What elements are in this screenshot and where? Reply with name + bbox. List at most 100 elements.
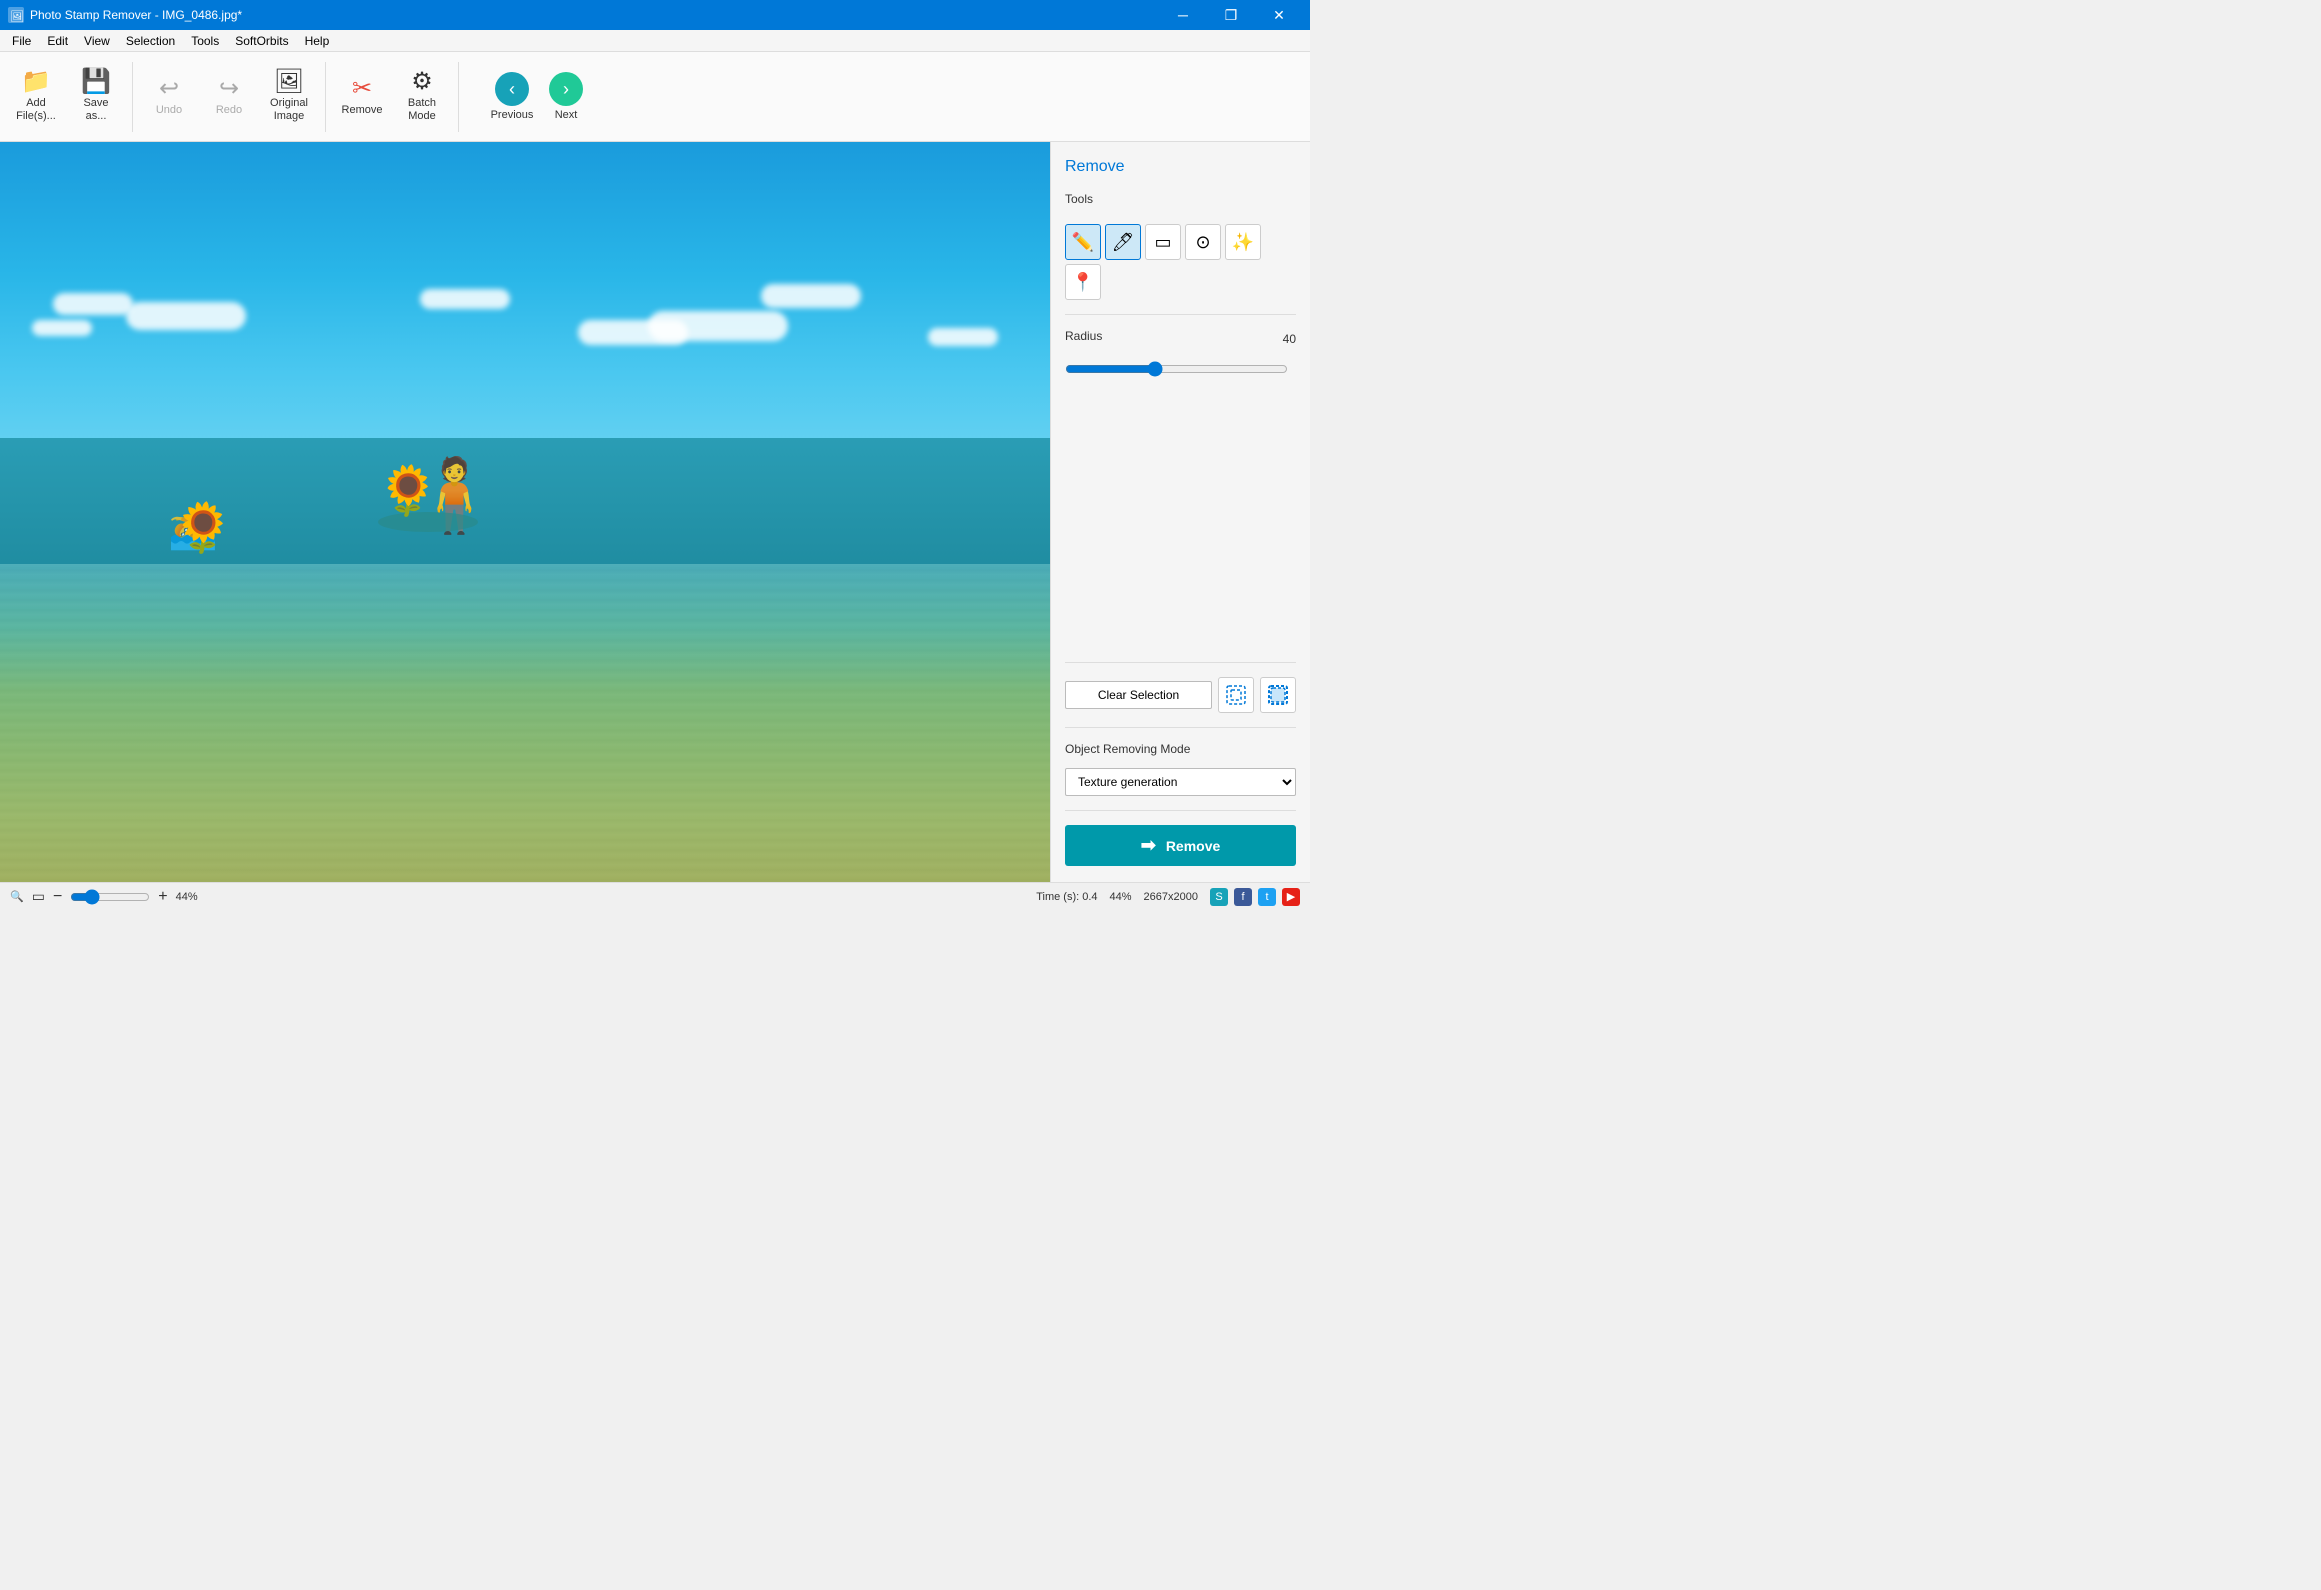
undo-label: Undo	[156, 104, 182, 116]
toolbar-separator-1	[132, 62, 133, 132]
sea-lower-layer	[0, 564, 1050, 882]
zoom-minus-icon[interactable]: −	[53, 888, 62, 906]
panel-divider-2	[1065, 662, 1296, 663]
social-icons: S f t ▶	[1210, 888, 1300, 906]
original-image-label: OriginalImage	[270, 97, 308, 123]
radius-label: Radius	[1065, 329, 1102, 343]
menu-edit[interactable]: Edit	[39, 32, 76, 50]
selection-row: Clear Selection	[1065, 677, 1296, 713]
cloud-6	[928, 328, 998, 346]
mode-select[interactable]: Texture generation Smart fill Inpaint	[1065, 768, 1296, 796]
tool-lasso-button[interactable]: ⊙	[1185, 224, 1221, 260]
remove-button-label: Remove	[1166, 838, 1220, 854]
select-mode-icon[interactable]: ▭	[32, 888, 45, 905]
photo-container: 🧍 🏊 🌻 🌻	[0, 142, 1050, 882]
zoom-level: 44%	[176, 891, 198, 903]
remove-main-button[interactable]: ➡ Remove	[1065, 825, 1296, 866]
time-label: Time (s): 0.4	[1036, 891, 1097, 903]
cloud-4	[761, 284, 861, 308]
twitter-icon[interactable]: t	[1258, 888, 1276, 906]
original-image-button[interactable]: 🖼 OriginalImage	[261, 58, 317, 136]
save-as-button[interactable]: 💾 Saveas...	[68, 58, 124, 136]
tool-rectangle-button[interactable]: ▭	[1145, 224, 1181, 260]
tool-stamp-button[interactable]: 📍	[1065, 264, 1101, 300]
toolbar: 📁 AddFile(s)... 💾 Saveas... ↩ Undo ↪ Red…	[0, 52, 1310, 142]
toolbar-separator-2	[325, 62, 326, 132]
wave-texture	[0, 564, 1050, 882]
tools-label: Tools	[1065, 192, 1296, 206]
remove-icon: ✂	[352, 77, 372, 101]
menu-selection[interactable]: Selection	[118, 32, 183, 50]
batch-mode-icon: ⚙	[411, 70, 433, 94]
cloud-3	[32, 320, 92, 336]
cloud-7	[420, 289, 510, 309]
previous-button[interactable]: ‹ Previous	[487, 58, 537, 136]
tools-row: ✏️ 🖊 ▭ ⊙ ✨ 📍	[1065, 224, 1296, 300]
zoom-percent: 44%	[1110, 891, 1132, 903]
mode-label: Object Removing Mode	[1065, 742, 1296, 756]
toolbar-separator-3	[458, 62, 459, 132]
cloud-2	[126, 302, 246, 330]
statusbar-right: Time (s): 0.4 44% 2667x2000 S f t ▶	[1036, 888, 1300, 906]
next-button[interactable]: › Next	[541, 58, 591, 136]
facebook-icon[interactable]: f	[1234, 888, 1252, 906]
statusbar-left: 🔍 ▭ − + 44%	[10, 888, 198, 906]
clear-selection-button[interactable]: Clear Selection	[1065, 681, 1212, 709]
softorbits-icon[interactable]: S	[1210, 888, 1228, 906]
save-as-label: Saveas...	[83, 97, 108, 123]
batch-mode-button[interactable]: ⚙ BatchMode	[394, 58, 450, 136]
redo-label: Redo	[216, 104, 242, 116]
clouds-layer	[0, 275, 1050, 364]
tool-eraser-button[interactable]: 🖊	[1105, 224, 1141, 260]
remove-button-toolbar[interactable]: ✂ Remove	[334, 58, 390, 136]
right-panel: Remove Tools ✏️ 🖊 ▭ ⊙ ✨ 📍 Radius 40 Clea…	[1050, 142, 1310, 882]
titlebar-controls: ─ ❐ ✕	[1160, 0, 1302, 30]
menubar: File Edit View Selection Tools SoftOrbit…	[0, 30, 1310, 52]
cloud-8	[578, 320, 688, 345]
add-files-button[interactable]: 📁 AddFile(s)...	[8, 58, 64, 136]
remove-arrow-icon: ➡	[1141, 835, 1156, 856]
minimize-button[interactable]: ─	[1160, 0, 1206, 30]
previous-icon: ‹	[495, 72, 529, 106]
zoom-plus-icon[interactable]: +	[158, 888, 167, 906]
panel-divider-3	[1065, 727, 1296, 728]
emoji-stamp-1: 🌻	[173, 505, 233, 553]
select-mode-shrink-button[interactable]	[1218, 677, 1254, 713]
panel-divider-1	[1065, 314, 1296, 315]
restore-button[interactable]: ❐	[1208, 0, 1254, 30]
menu-file[interactable]: File	[4, 32, 39, 50]
cloud-1	[53, 293, 133, 315]
redo-icon: ↪	[219, 77, 239, 101]
canvas-area[interactable]: 🧍 🏊 🌻 🌻	[0, 142, 1050, 882]
shrink-select-icon	[1225, 684, 1247, 706]
zoom-out-icon[interactable]: 🔍	[10, 890, 24, 903]
close-button[interactable]: ✕	[1256, 0, 1302, 30]
youtube-icon[interactable]: ▶	[1282, 888, 1300, 906]
undo-icon: ↩	[159, 77, 179, 101]
redo-button[interactable]: ↪ Redo	[201, 58, 257, 136]
panel-divider-4	[1065, 810, 1296, 811]
titlebar-left: 🖼 Photo Stamp Remover - IMG_0486.jpg*	[8, 7, 242, 23]
radius-slider-container	[1065, 361, 1288, 648]
remove-label-toolbar: Remove	[342, 104, 383, 116]
radius-row: Radius 40	[1065, 329, 1296, 349]
save-icon: 💾	[81, 70, 111, 94]
titlebar: 🖼 Photo Stamp Remover - IMG_0486.jpg* ─ …	[0, 0, 1310, 30]
tool-magic-wand-button[interactable]: ✨	[1225, 224, 1261, 260]
zoom-slider[interactable]	[70, 889, 150, 905]
window-title: Photo Stamp Remover - IMG_0486.jpg*	[30, 8, 242, 22]
emoji-stamp-2: 🌻	[378, 468, 438, 516]
tool-pencil-button[interactable]: ✏️	[1065, 224, 1101, 260]
menu-view[interactable]: View	[76, 32, 118, 50]
menu-softorbits[interactable]: SoftOrbits	[227, 32, 296, 50]
undo-button[interactable]: ↩ Undo	[141, 58, 197, 136]
menu-help[interactable]: Help	[297, 32, 338, 50]
select-mode-expand-button[interactable]	[1260, 677, 1296, 713]
radius-slider[interactable]	[1065, 361, 1288, 377]
main-layout: 🧍 🏊 🌻 🌻 Remove Tools ✏️ 🖊 ▭ ⊙ ✨ 📍 Radius…	[0, 142, 1310, 882]
statusbar: 🔍 ▭ − + 44% Time (s): 0.4 44% 2667x2000 …	[0, 882, 1310, 910]
add-files-label: AddFile(s)...	[16, 97, 56, 123]
app-icon: 🖼	[8, 7, 24, 23]
menu-tools[interactable]: Tools	[183, 32, 227, 50]
next-label: Next	[555, 109, 578, 121]
